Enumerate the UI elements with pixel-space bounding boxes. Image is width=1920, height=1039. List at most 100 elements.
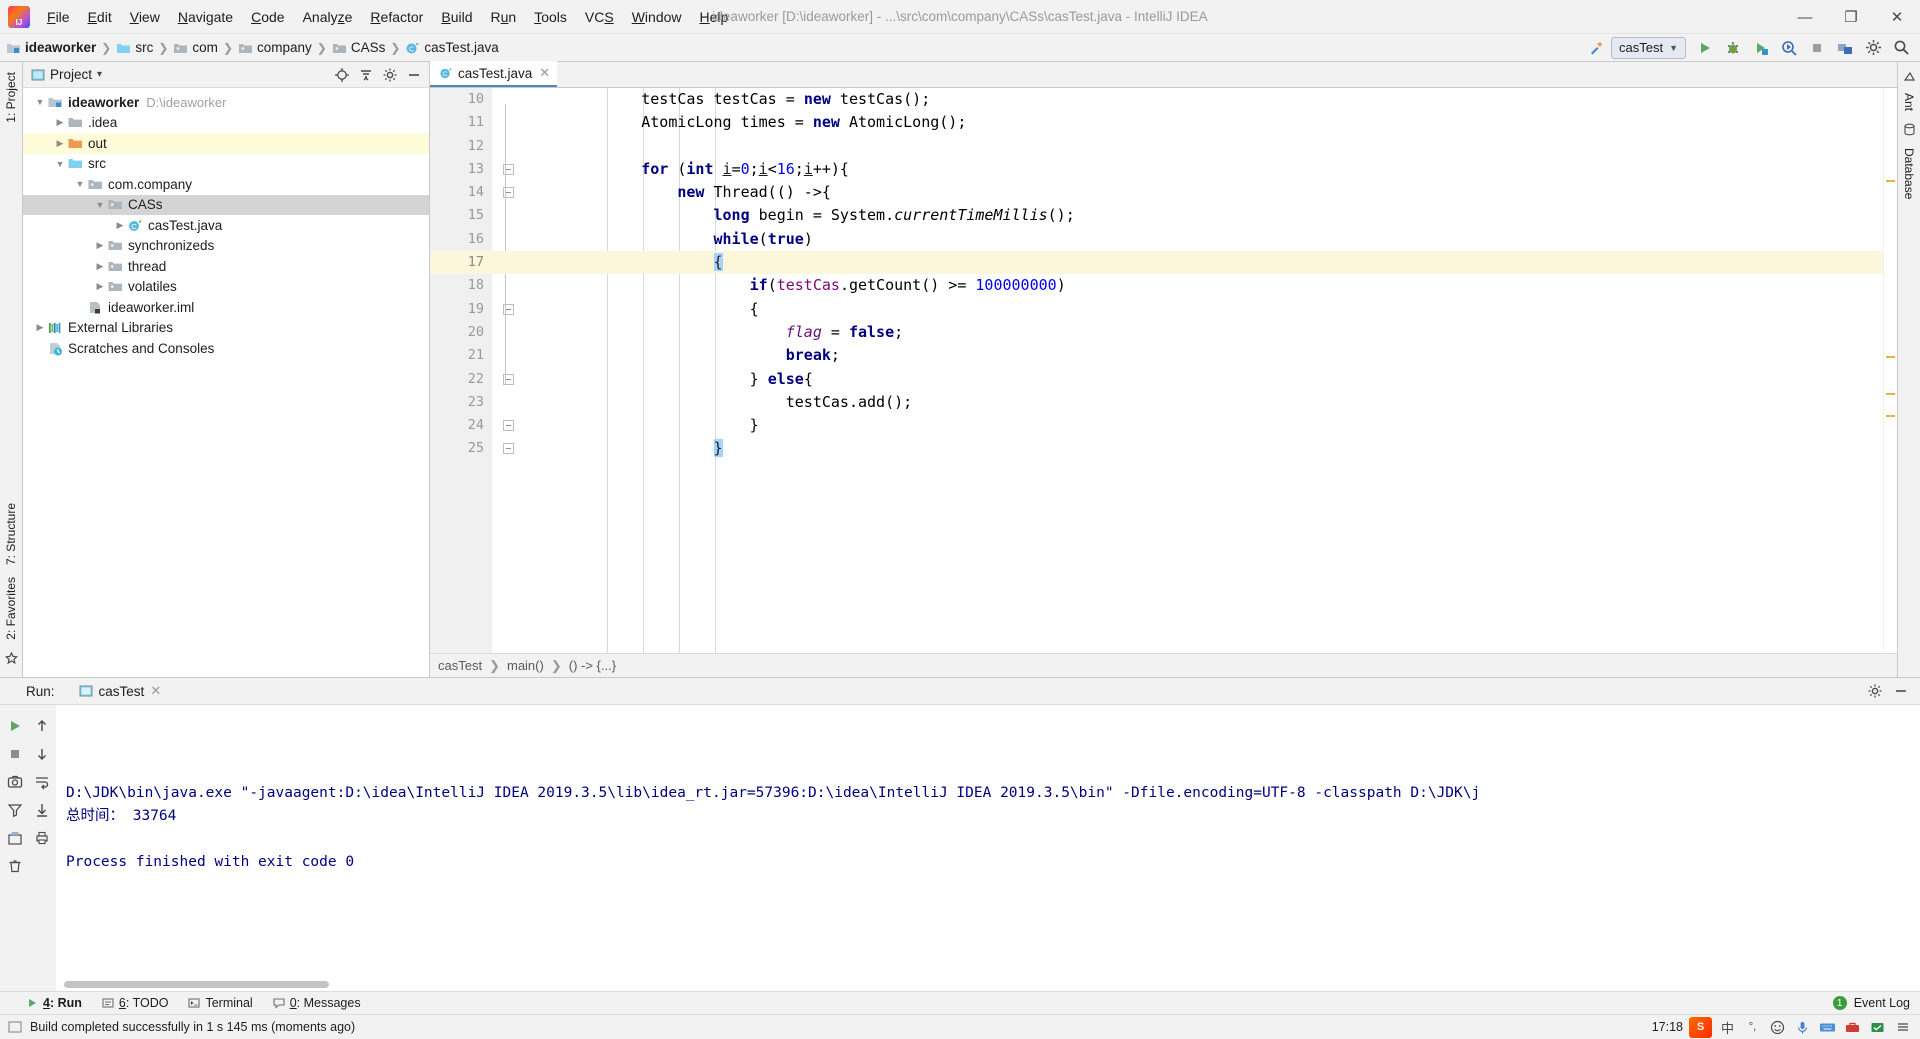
run-configuration-selector[interactable]: casTest ▼: [1611, 36, 1686, 59]
gutter-line-19[interactable]: 19: [430, 298, 514, 321]
chevron-right-icon[interactable]: ▶: [93, 259, 107, 273]
gutter-line-14[interactable]: 14: [430, 181, 514, 204]
menu-analyze[interactable]: Analyze: [294, 6, 362, 28]
breadcrumb-item-ideaworker[interactable]: ideaworker: [25, 40, 96, 55]
tree-node-thread[interactable]: ▶ thread: [23, 256, 429, 277]
code-line-12[interactable]: [492, 135, 1883, 158]
gutter-line-23[interactable]: 23: [430, 391, 492, 414]
gutter-line-25[interactable]: 25: [430, 437, 514, 460]
code-marker[interactable]: [1886, 180, 1895, 182]
tree-node-out[interactable]: ▶ out: [23, 133, 429, 154]
gutter-line-12[interactable]: 12: [430, 135, 492, 158]
code-line-16[interactable]: while(true): [492, 228, 1883, 251]
breadcrumb-item-cass[interactable]: CASs: [351, 40, 386, 55]
debug-icon[interactable]: [1720, 36, 1746, 60]
emoji-icon[interactable]: [1768, 1018, 1787, 1037]
code-marker[interactable]: [1886, 393, 1895, 395]
menu-navigate[interactable]: Navigate: [169, 6, 242, 28]
code-line-22[interactable]: } else{: [492, 368, 1883, 391]
code-line-11[interactable]: AtomicLong times = new AtomicLong();: [492, 111, 1883, 134]
minimize-button[interactable]: —: [1782, 0, 1828, 34]
chevron-right-icon[interactable]: ▶: [33, 321, 47, 335]
gutter-line-15[interactable]: 15: [430, 204, 492, 227]
export-icon[interactable]: [2, 825, 28, 851]
toolbox-icon[interactable]: [1843, 1018, 1862, 1037]
gutter-line-22[interactable]: 22: [430, 368, 514, 391]
code-line-19[interactable]: {: [492, 298, 1883, 321]
editor-marker-rail[interactable]: [1883, 88, 1897, 653]
breadcrumb-item-src[interactable]: src: [135, 40, 153, 55]
chevron-down-icon[interactable]: ▾: [97, 69, 102, 80]
sidebar-item-project[interactable]: 1: Project: [4, 66, 18, 129]
screenshot-icon[interactable]: [2, 769, 28, 795]
gutter-line-18[interactable]: 18: [430, 274, 492, 297]
gutter-line-21[interactable]: 21: [430, 344, 492, 367]
code-content[interactable]: testCas testCas = new testCas(); AtomicL…: [492, 88, 1883, 653]
breadcrumb-item-com[interactable]: com: [192, 40, 218, 55]
code-line-25[interactable]: }: [492, 437, 1883, 460]
scroll-down-icon[interactable]: [29, 741, 55, 767]
chevron-right-icon[interactable]: ▶: [53, 116, 67, 130]
menu-file[interactable]: File: [38, 6, 79, 28]
mic-icon[interactable]: [1793, 1018, 1812, 1037]
project-panel-title[interactable]: Project ▾: [27, 67, 102, 82]
breadcrumb-item-castest[interactable]: casTest.java: [424, 40, 498, 55]
code-line-17[interactable]: {: [492, 251, 1883, 275]
breadcrumb-main[interactable]: main(): [507, 658, 544, 673]
chevron-right-icon[interactable]: ▶: [93, 239, 107, 253]
sidebar-item-structure[interactable]: 7: Structure: [4, 497, 18, 571]
locate-icon[interactable]: [331, 64, 353, 86]
settings-icon[interactable]: [1864, 680, 1886, 702]
editor-viewport[interactable]: 10 11 12 13 14 15 16 17 18 19 20 21 22 23 24 25 testCas…: [430, 88, 1897, 653]
gutter-line-16[interactable]: 16: [430, 228, 492, 251]
menu-run[interactable]: Run: [482, 6, 526, 28]
sidebar-item-favorites[interactable]: 2: Favorites: [4, 571, 18, 646]
stop-icon[interactable]: [2, 741, 28, 767]
stop-icon[interactable]: [1804, 36, 1830, 60]
menu-window[interactable]: Window: [623, 6, 691, 28]
tree-node-com-company[interactable]: ▼ com.company: [23, 174, 429, 195]
run-icon[interactable]: [1692, 36, 1718, 60]
close-icon[interactable]: ✕: [150, 683, 161, 699]
project-tree[interactable]: ▼ ideaworker D:\ideaworker ▶ .idea ▶ out ▼ src ▼ c…: [23, 88, 429, 677]
event-log-area[interactable]: 1 Event Log: [1832, 996, 1920, 1010]
hide-icon[interactable]: [1890, 680, 1912, 702]
chevron-right-icon[interactable]: ▶: [53, 136, 67, 150]
code-line-18[interactable]: if(testCas.getCount() >= 100000000): [492, 274, 1883, 297]
menu-edit[interactable]: Edit: [79, 6, 121, 28]
editor-gutter[interactable]: 10 11 12 13 14 15 16 17 18 19 20 21 22 23 24 25: [430, 88, 514, 653]
code-line-23[interactable]: testCas.add();: [492, 391, 1883, 414]
search-icon[interactable]: [1888, 36, 1914, 60]
chevron-down-icon[interactable]: ▼: [33, 95, 47, 109]
tree-node-ideaworker-iml[interactable]: ideaworker.iml: [23, 297, 429, 318]
breadcrumb-item-company[interactable]: company: [257, 40, 312, 55]
menu-refactor[interactable]: Refactor: [361, 6, 432, 28]
code-line-21[interactable]: break;: [492, 344, 1883, 367]
tree-node-synchronizeds[interactable]: ▶ synchronizeds: [23, 236, 429, 257]
menu-view[interactable]: View: [121, 6, 169, 28]
gutter-line-10[interactable]: 10: [430, 88, 492, 111]
code-line-15[interactable]: long begin = System.currentTimeMillis();: [492, 204, 1883, 227]
code-line-14[interactable]: new Thread(() ->{: [492, 181, 1883, 204]
sogou-icon[interactable]: S: [1689, 1016, 1712, 1038]
rerun-icon[interactable]: [2, 713, 28, 739]
toolwindow-messages[interactable]: 0: Messages: [273, 996, 361, 1010]
console-output[interactable]: D:\JDK\bin\java.exe "-javaagent:D:\idea\…: [56, 705, 1920, 991]
editor-tab-castest[interactable]: C casTest.java ✕: [430, 61, 558, 87]
menu-icon[interactable]: [1893, 1018, 1912, 1037]
tree-node-scratches-and-consoles[interactable]: Scratches and Consoles: [23, 338, 429, 359]
toolwindow-todo[interactable]: 6: TODO: [102, 996, 168, 1010]
tree-node-idea[interactable]: ▶ .idea: [23, 113, 429, 134]
update-icon[interactable]: [1832, 36, 1858, 60]
favorites-star-icon[interactable]: [4, 646, 18, 671]
tree-node-cass[interactable]: ▼ CASs: [23, 194, 429, 215]
chevron-right-icon[interactable]: ▶: [113, 218, 127, 232]
code-marker[interactable]: [1886, 415, 1895, 417]
close-icon[interactable]: ✕: [539, 65, 550, 81]
menu-code[interactable]: Code: [242, 6, 293, 28]
code-marker[interactable]: [1886, 356, 1895, 358]
chevron-down-icon[interactable]: ▼: [53, 157, 67, 171]
chevron-down-icon[interactable]: ▼: [93, 198, 107, 212]
scroll-up-icon[interactable]: [29, 713, 55, 739]
gutter-line-13[interactable]: 13: [430, 158, 514, 181]
